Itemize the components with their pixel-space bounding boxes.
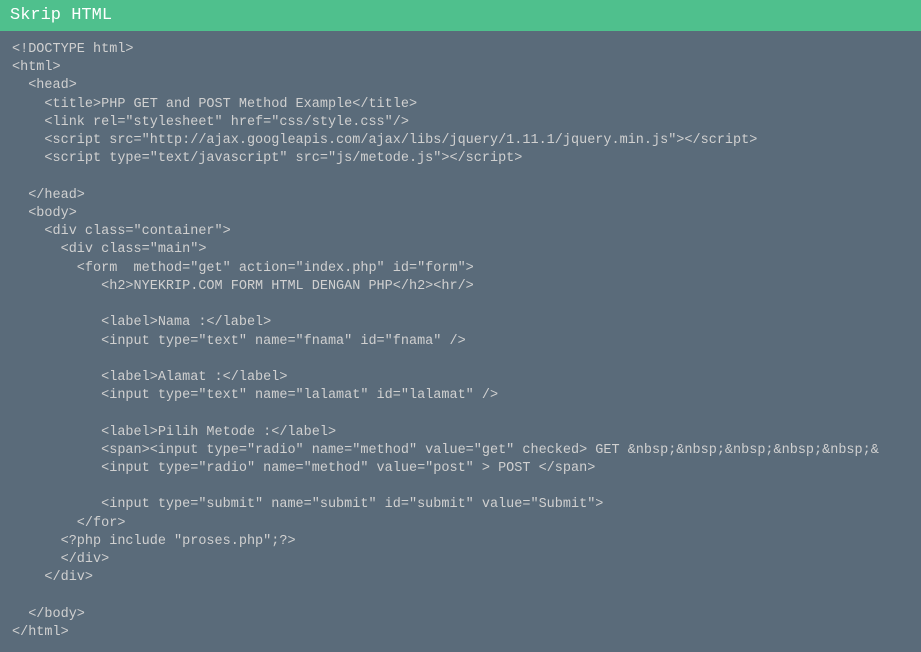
code-line: <input type="text" name="lalamat" id="la… — [12, 388, 498, 403]
code-line: <label>Nama :</label> — [12, 315, 271, 330]
code-line: <h2>NYEKRIP.COM FORM HTML DENGAN PHP</h2… — [12, 279, 474, 294]
code-line: <script type="text/javascript" src="js/m… — [12, 151, 522, 166]
code-line: <!DOCTYPE html> — [12, 42, 134, 57]
code-line: <input type="radio" name="method" value=… — [12, 461, 595, 476]
code-line: <script src="http://ajax.googleapis.com/… — [12, 133, 757, 148]
code-line: <head> — [12, 78, 77, 93]
code-line: <div class="main"> — [12, 242, 206, 257]
code-line: </for> — [12, 516, 125, 531]
code-line: <form method="get" action="index.php" id… — [12, 261, 474, 276]
code-line: <span><input type="radio" name="method" … — [12, 443, 879, 458]
code-line: <div class="container"> — [12, 224, 231, 239]
code-line: <title>PHP GET and POST Method Example</… — [12, 97, 417, 112]
code-line: <body> — [12, 206, 77, 221]
code-line: </div> — [12, 570, 93, 585]
code-line: <label>Alamat :</label> — [12, 370, 287, 385]
code-block: <!DOCTYPE html> <html> <head> <title>PHP… — [0, 31, 921, 652]
code-line: <input type="submit" name="submit" id="s… — [12, 497, 603, 512]
code-line: </div> — [12, 552, 109, 567]
code-line: <html> — [12, 60, 61, 75]
header-bar: Skrip HTML — [0, 0, 921, 31]
header-title: Skrip HTML — [10, 6, 112, 25]
code-line: <link rel="stylesheet" href="css/style.c… — [12, 115, 409, 130]
code-line: <label>Pilih Metode :</label> — [12, 425, 336, 440]
code-line: </head> — [12, 188, 85, 203]
code-line: </html> — [12, 625, 69, 640]
code-line: <?php include "proses.php";?> — [12, 534, 296, 549]
code-line: </body> — [12, 607, 85, 622]
code-line: <input type="text" name="fnama" id="fnam… — [12, 334, 466, 349]
